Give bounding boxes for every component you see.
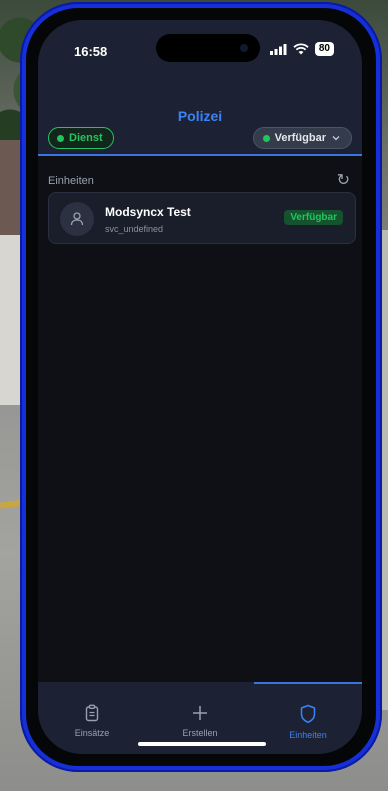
unit-card[interactable]: Modsyncx Test svc_undefined Verfügbar	[48, 192, 356, 244]
tab-bar: Einsätze Erstellen Einheiten	[38, 682, 362, 754]
battery-indicator: 80	[314, 42, 334, 56]
status-dropdown[interactable]: Verfügbar	[252, 127, 352, 149]
tab-label-erstellen: Erstellen	[182, 728, 218, 738]
home-indicator[interactable]	[138, 742, 266, 746]
clipboard-icon	[85, 704, 99, 722]
dynamic-island	[156, 34, 260, 62]
tab-label-einsaetze: Einsätze	[74, 728, 110, 738]
unit-id: svc_undefined	[105, 224, 164, 234]
duty-label: Dienst	[69, 132, 103, 144]
refresh-icon[interactable]: ↻	[337, 170, 350, 190]
phone-frame: 16:58 80 Polizei Dienst Verfügbar Einhei…	[20, 2, 382, 772]
status-badge: Verfügbar	[284, 210, 343, 225]
chevron-down-icon	[332, 136, 340, 141]
status-icons: 80	[269, 42, 334, 56]
status-dot-icon	[262, 134, 270, 142]
tab-einsaetze[interactable]: Einsätze	[38, 682, 146, 754]
background-wall	[0, 235, 22, 405]
plus-icon	[193, 706, 207, 720]
status-bar: 16:58 80	[38, 20, 362, 76]
phone-screen: 16:58 80 Polizei Dienst Verfügbar Einhei…	[38, 20, 362, 754]
status-dot-icon	[57, 134, 64, 142]
wifi-icon	[293, 43, 309, 55]
tab-label-einheiten: Einheiten	[289, 730, 327, 740]
phone-bezel: 16:58 80 Polizei Dienst Verfügbar Einhei…	[26, 8, 376, 766]
app-header: Polizei Dienst Verfügbar	[38, 76, 362, 156]
person-icon	[70, 212, 84, 226]
page-title: Polizei	[177, 108, 223, 124]
status-dropdown-label: Verfügbar	[274, 132, 326, 144]
shield-icon	[300, 704, 316, 724]
section-title-units: Einheiten	[48, 175, 94, 187]
status-time: 16:58	[74, 44, 108, 59]
unit-name: Modsyncx Test	[105, 205, 191, 219]
duty-toggle[interactable]: Dienst	[48, 127, 114, 149]
signal-icon	[269, 43, 287, 55]
tab-einheiten[interactable]: Einheiten	[254, 682, 362, 754]
camera-icon	[240, 44, 248, 52]
avatar	[60, 202, 94, 236]
